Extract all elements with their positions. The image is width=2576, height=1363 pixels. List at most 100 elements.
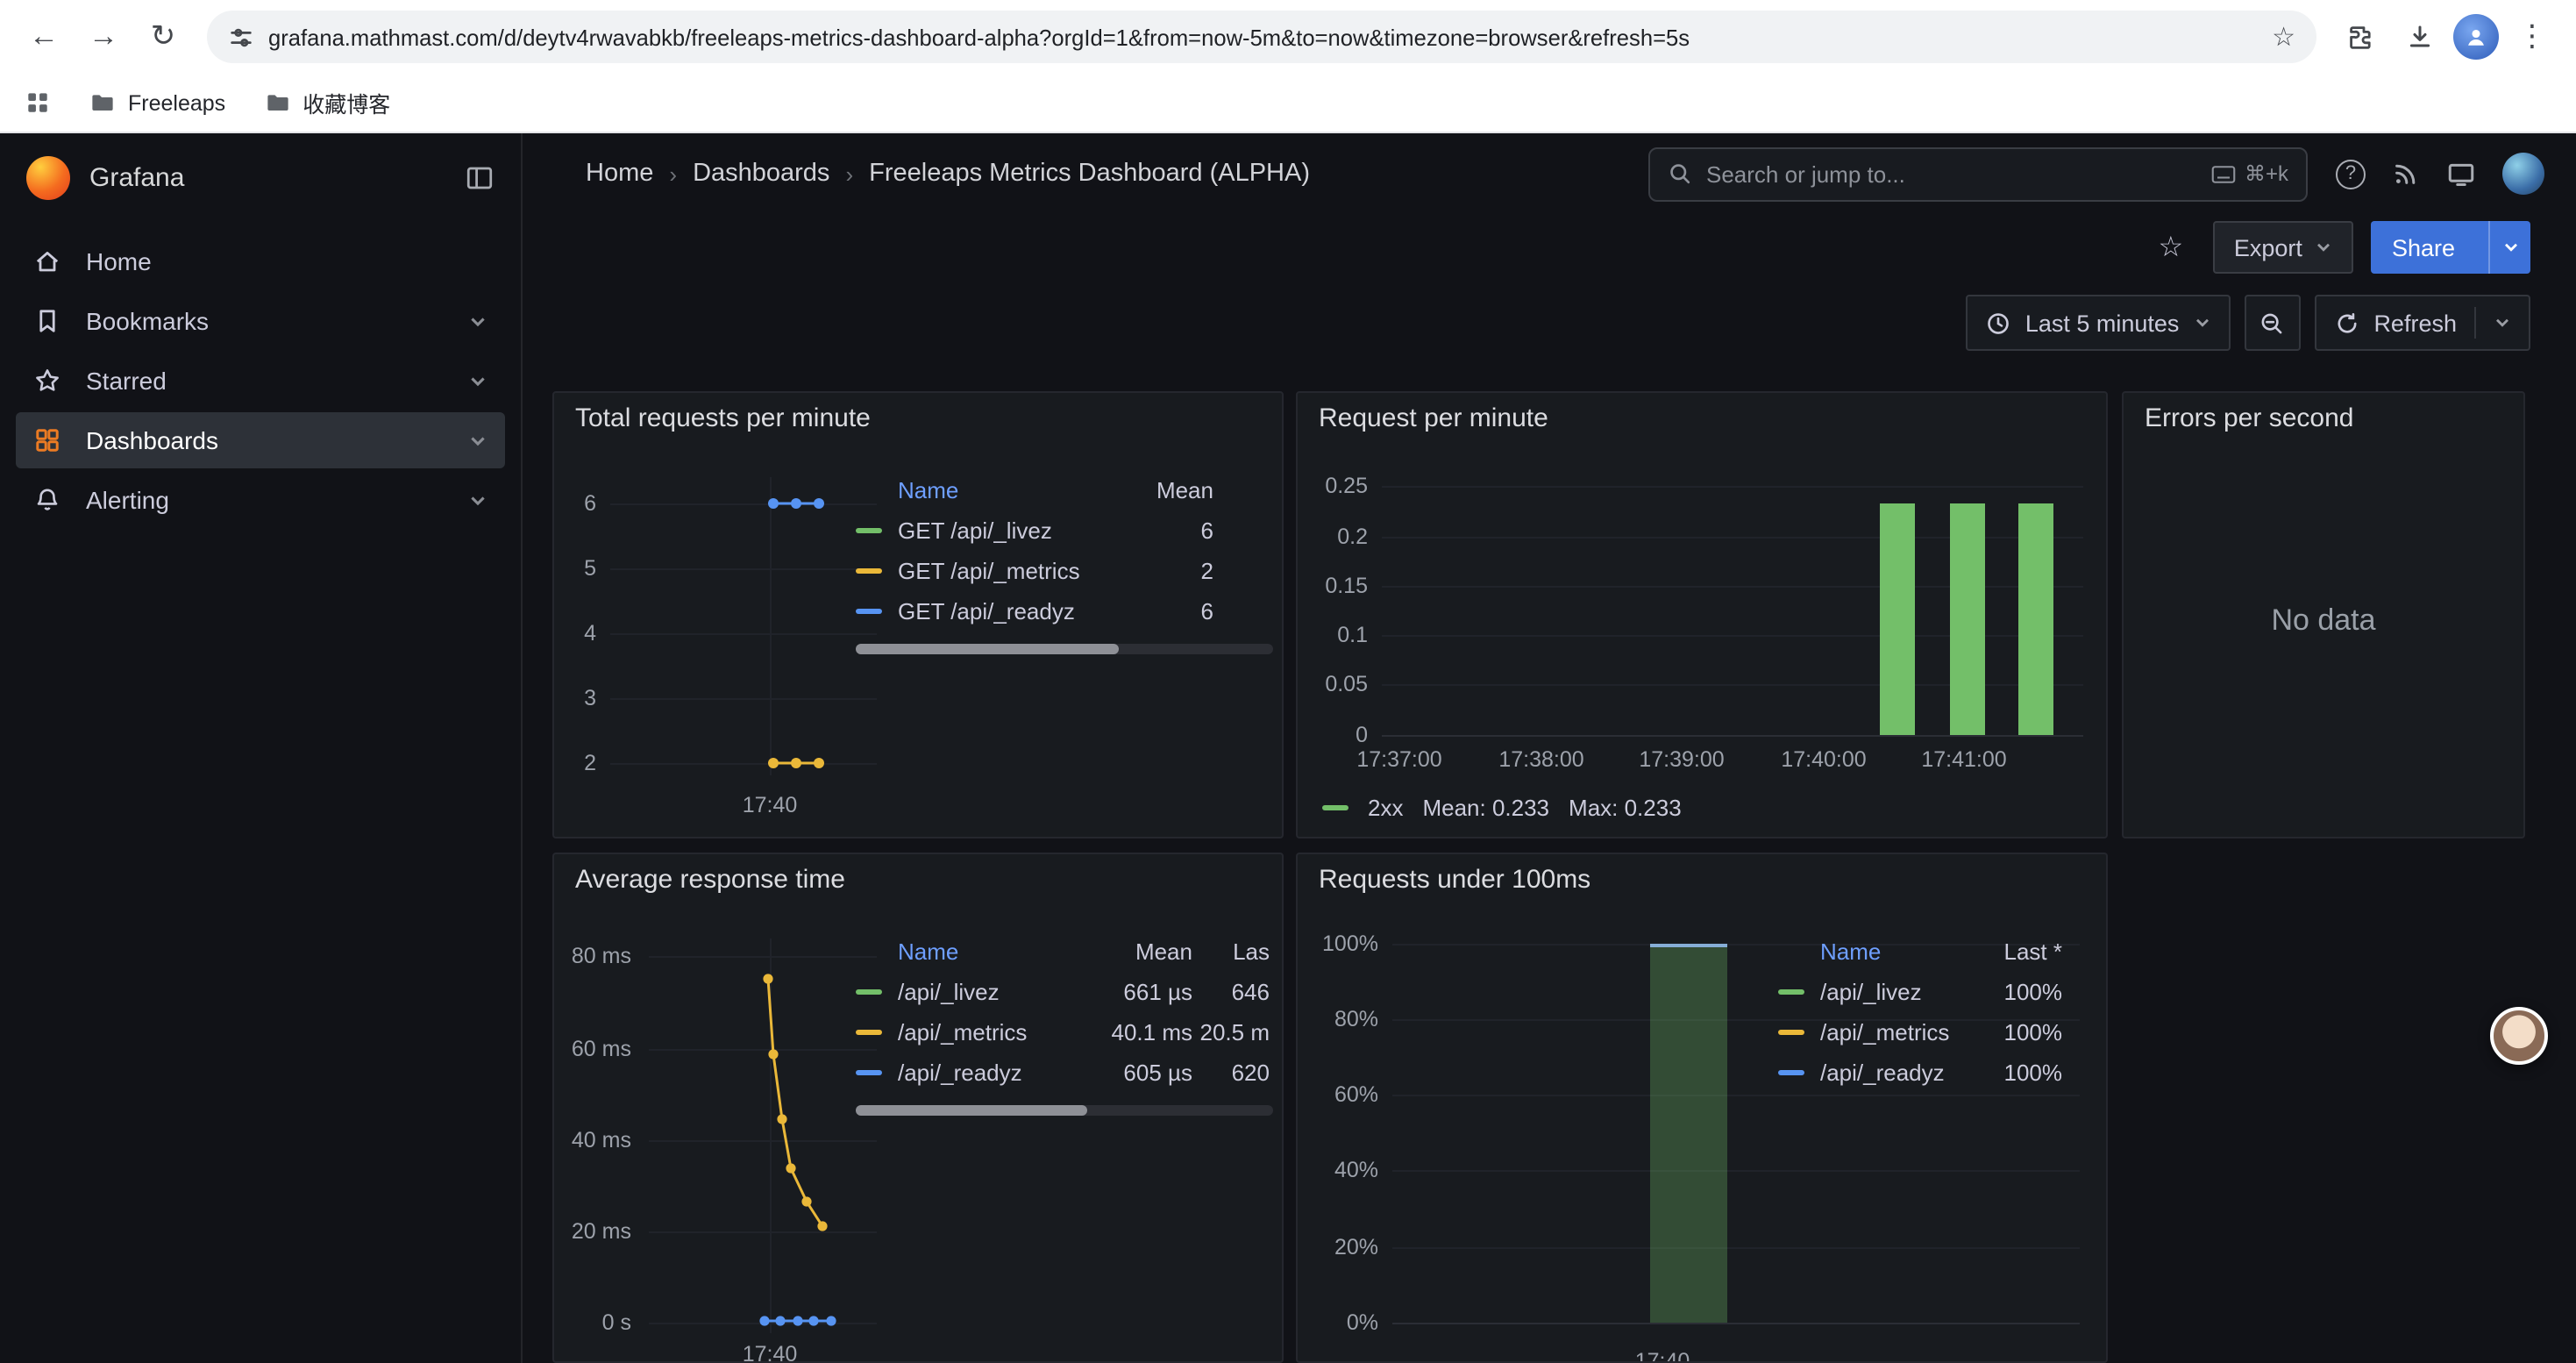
panel-title[interactable]: Requests under 100ms (1319, 865, 1590, 895)
bookmark-item-blogs[interactable]: 收藏博客 (264, 86, 390, 119)
bookmark-icon (33, 307, 61, 335)
help-icon[interactable]: ? (2336, 159, 2366, 189)
share-button[interactable]: Share (2371, 221, 2530, 274)
user-avatar[interactable] (2502, 153, 2544, 195)
search-box[interactable]: ⌘+k (1648, 146, 2308, 201)
home-icon (33, 247, 61, 275)
scrollbar-thumb[interactable] (856, 644, 1119, 654)
y-axis-tick: 0.05 (1308, 672, 1368, 696)
export-button[interactable]: Export (2213, 221, 2353, 274)
legend-row: GET /api/_readyz 6 (856, 591, 1277, 632)
bar-2xx (1880, 503, 1915, 735)
legend-series-last: 100% (1968, 979, 2062, 1005)
panel-requests-under-100ms: Requests under 100ms 100% 80% 60% 40% 20… (1296, 853, 2108, 1363)
legend-header-name[interactable]: Name (898, 477, 1112, 503)
sidebar-item-alerting[interactable]: Alerting (16, 472, 505, 528)
refresh-interval-dropdown-icon[interactable] (2494, 314, 2511, 332)
legend-series-mean: 605 µs (1094, 1060, 1192, 1086)
legend-series-name[interactable]: /api/_readyz (1820, 1060, 1968, 1086)
bookmark-star-icon[interactable]: ☆ (2272, 21, 2295, 53)
sidebar-item-dashboards[interactable]: Dashboards (16, 412, 505, 468)
chevron-down-icon[interactable] (468, 490, 487, 510)
x-axis-line (1392, 1323, 2080, 1324)
back-icon[interactable]: ← (18, 11, 70, 63)
grafana-logo[interactable] (26, 155, 70, 199)
chart-plot[interactable] (554, 854, 905, 1354)
legend-header-mean[interactable]: Mean (1094, 938, 1192, 965)
legend-header-mean[interactable]: Mean (1112, 477, 1213, 503)
sidebar-item-label: Alerting (86, 486, 169, 514)
legend-series-name[interactable]: GET /api/_metrics (898, 558, 1112, 584)
legend-series-last: 100% (1968, 1019, 2062, 1045)
forward-icon[interactable]: → (77, 11, 130, 63)
time-range-picker[interactable]: Last 5 minutes (1966, 295, 2231, 351)
legend-header-name[interactable]: Name (1820, 938, 1968, 965)
download-icon[interactable] (2394, 11, 2446, 63)
refresh-button[interactable]: Refresh (2314, 295, 2530, 351)
legend-series-name[interactable]: GET /api/_readyz (898, 598, 1112, 624)
y-axis-tick: 100% (1308, 931, 1378, 956)
legend-row: GET /api/_metrics 2 (856, 551, 1277, 591)
legend-series-name[interactable]: GET /api/_livez (898, 517, 1112, 544)
legend-series-name[interactable]: 2xx (1368, 795, 1403, 821)
screen: ← → ↻ grafana.mathmast.com/d/deytv4rwava… (0, 0, 2576, 1363)
news-rss-icon[interactable] (2392, 160, 2420, 188)
dock-menu-icon[interactable] (465, 162, 495, 192)
panel-title[interactable]: Errors per second (2145, 403, 2353, 433)
legend-header-last[interactable]: Last * (1968, 938, 2062, 965)
zoom-out-icon (2259, 310, 2285, 336)
legend-series-name[interactable]: /api/_metrics (898, 1019, 1094, 1045)
share-label[interactable]: Share (2371, 221, 2476, 274)
series-color-icon (1778, 989, 1804, 995)
monitor-icon[interactable] (2446, 159, 2476, 189)
scrollbar-thumb[interactable] (856, 1105, 1087, 1116)
zoom-out-button[interactable] (2244, 295, 2300, 351)
chart-plot[interactable] (554, 393, 905, 831)
legend-header-last[interactable]: Las (1192, 938, 1270, 965)
legend-header-name[interactable]: Name (898, 938, 1094, 965)
site-info-icon[interactable] (228, 24, 254, 50)
legend-scrollbar[interactable] (856, 1105, 1273, 1116)
sidebar-item-starred[interactable]: Starred (16, 353, 505, 409)
breadcrumb-separator: › (845, 161, 853, 187)
legend-series-name[interactable]: /api/_metrics (1820, 1019, 1968, 1045)
search-input[interactable] (1706, 161, 2197, 187)
legend-header-row: Name Mean Las (856, 931, 1277, 972)
series-color-icon (856, 1070, 882, 1075)
nav-menu: Home Bookmarks Starred (0, 230, 521, 532)
apps-grid-icon[interactable] (25, 89, 51, 116)
sidebar-item-home[interactable]: Home (16, 233, 505, 289)
legend-series-name[interactable]: /api/_readyz (898, 1060, 1094, 1086)
extensions-icon[interactable] (2334, 11, 2387, 63)
bookmark-item-freeleaps[interactable]: Freeleaps (89, 89, 225, 116)
reload-icon[interactable]: ↻ (137, 11, 189, 63)
legend-series-mean: 6 (1112, 517, 1213, 544)
breadcrumb-dashboards[interactable]: Dashboards (693, 160, 829, 188)
browser-profile-avatar[interactable] (2453, 14, 2499, 60)
panel-title[interactable]: Request per minute (1319, 403, 1548, 433)
bar-2xx (1950, 503, 1985, 735)
x-axis-tick: 17:40 (721, 793, 819, 817)
breadcrumb: Home › Dashboards › Freeleaps Metrics Da… (586, 160, 1310, 188)
favorite-star-icon[interactable]: ☆ (2146, 223, 2195, 272)
browser-menu-icon[interactable]: ⋮ (2506, 11, 2558, 63)
legend-series-name[interactable]: /api/_livez (898, 979, 1094, 1005)
chevron-down-icon[interactable] (468, 371, 487, 390)
y-axis-tick: 0.2 (1308, 525, 1368, 549)
sidebar-item-label: Bookmarks (86, 307, 209, 335)
series-color-icon (856, 528, 882, 533)
chevron-down-icon[interactable] (468, 431, 487, 450)
y-axis-tick: 60% (1308, 1082, 1378, 1107)
search-icon (1668, 161, 1692, 186)
floating-assistant-avatar[interactable] (2490, 1007, 2548, 1065)
bar-percent (1650, 944, 1727, 1323)
breadcrumb-home[interactable]: Home (586, 160, 653, 188)
legend-series-name[interactable]: /api/_livez (1820, 979, 1968, 1005)
legend-scrollbar[interactable] (856, 644, 1273, 654)
chevron-down-icon[interactable] (468, 311, 487, 331)
share-dropdown-icon[interactable] (2488, 221, 2530, 274)
page-header: Home › Dashboards › Freeleaps Metrics Da… (523, 133, 2576, 214)
sidebar-item-bookmarks[interactable]: Bookmarks (16, 293, 505, 349)
address-bar[interactable]: grafana.mathmast.com/d/deytv4rwavabkb/fr… (207, 11, 2316, 63)
series-color-icon (856, 989, 882, 995)
